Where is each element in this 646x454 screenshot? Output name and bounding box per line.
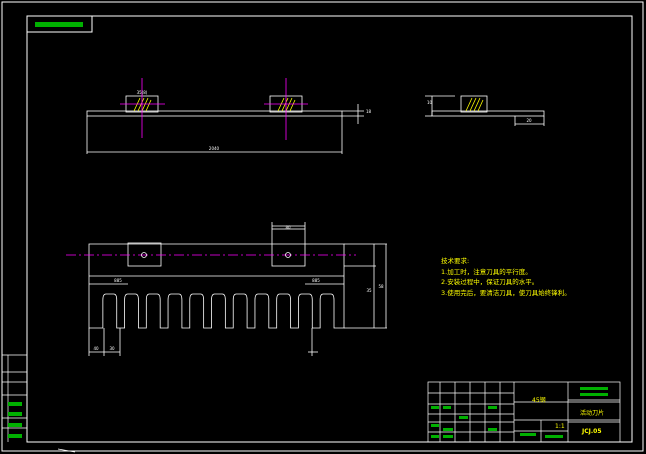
left-tab-label-1 [8,402,22,406]
dim-front-right-offset: 885 [312,278,320,283]
left-tab-label-3 [8,423,22,427]
dim-front-height: 58 [378,284,384,289]
outer-frame [1,1,644,452]
left-edge-tabs [2,354,27,442]
dim-top-overall: 2040 [209,146,220,151]
cad-drawing: 2040 35(8) 18 10 20 885 885 80 58 35 40 … [1,1,644,453]
title-block-material: 45钢 [532,397,546,404]
top-view-centerlines [120,78,308,140]
note-1: 1.加工时，注意刀具的平行度。 [441,267,532,276]
left-tab-label-4 [8,434,22,438]
dim-front-bottom-b: 30 [109,346,115,351]
dim-side-width: 20 [526,118,532,123]
title-block-scale: 1:1 [555,423,565,430]
dim-top-right-side: 18 [366,109,372,114]
dim-side-height: 10 [427,100,433,105]
front-view [88,222,387,356]
dim-front-tooth-height: 35 [366,288,372,293]
title-block-part-name: 活动刀片 [580,410,605,417]
title-block-drawing-no: JCJ.05 [582,428,602,435]
note-2: 2.安装过程中，保证刀具的水平。 [441,278,539,286]
dim-front-left-offset: 885 [114,278,122,283]
note-3: 3.使用完后，要清洁刀具，使刀具始终锋利。 [441,288,571,297]
notes-title: 技术要求: [441,257,470,265]
dim-front-bottom-a: 40 [93,346,99,351]
technical-notes: 技术要求: 1.加工时，注意刀具的平行度。 2.安装过程中，保证刀具的水平。 3… [441,256,571,298]
corner-label-bar [35,22,83,27]
top-view [86,95,364,154]
dim-front-block-width: 80 [285,225,291,230]
side-view-hatch [465,97,484,112]
left-tab-label-2 [8,412,22,416]
dim-top-block: 35(8) [137,90,148,95]
inner-frame [26,15,633,443]
